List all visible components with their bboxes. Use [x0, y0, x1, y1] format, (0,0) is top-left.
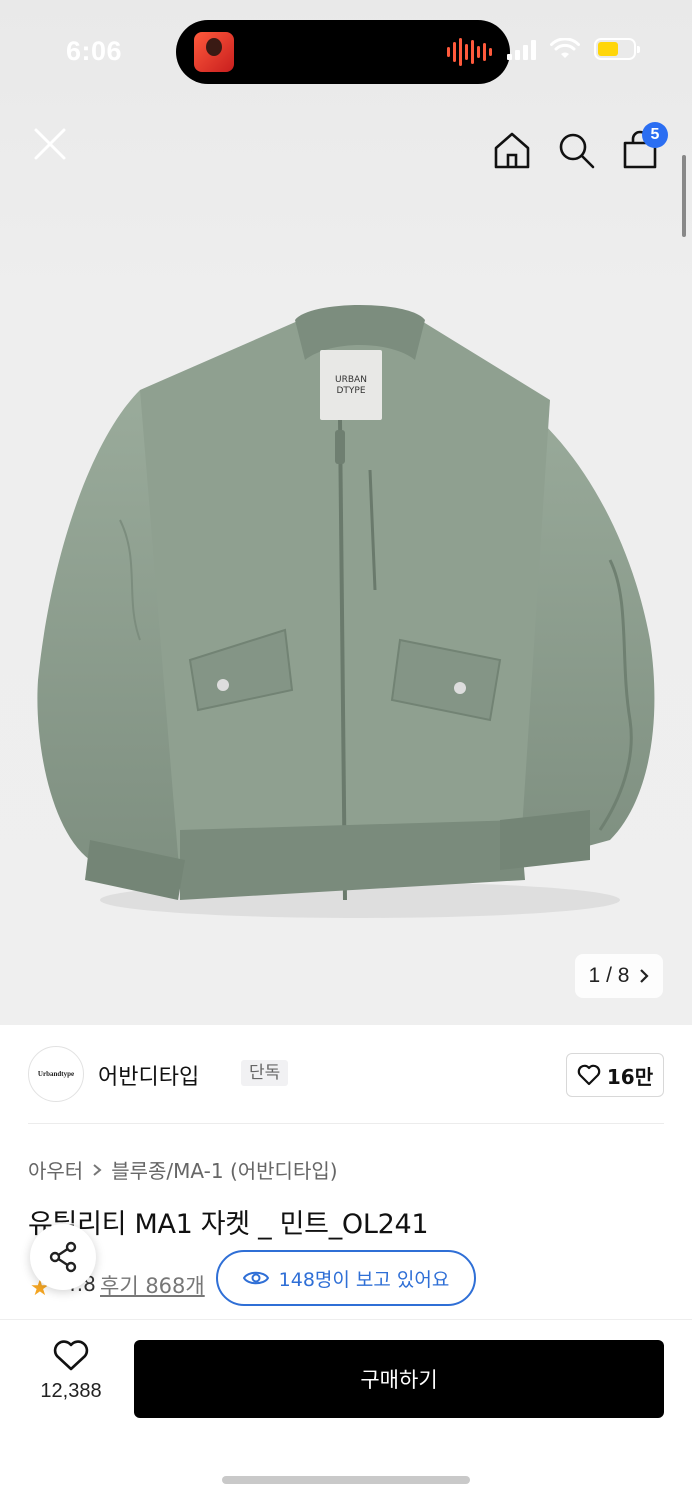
breadcrumb-category[interactable]: 아우터: [28, 1155, 83, 1184]
battery-icon: [594, 38, 640, 60]
product-image-gallery[interactable]: 6:06 5 URBAN DTYPE 1 / 8: [0, 0, 692, 1025]
divider: [28, 1123, 664, 1124]
brand-like-button[interactable]: 16만: [566, 1053, 664, 1097]
cellular-signal-icon: [507, 38, 536, 60]
now-playing-artwork: [194, 32, 234, 72]
heart-icon: [577, 1064, 601, 1086]
chevron-right-icon: [93, 1163, 102, 1176]
breadcrumb-subcategory[interactable]: 블루종/MA-1 (어반디타입): [111, 1155, 337, 1184]
cart-button[interactable]: 5: [618, 122, 668, 172]
search-button[interactable]: [554, 128, 598, 172]
close-icon: [34, 128, 66, 160]
heart-icon: [53, 1340, 89, 1371]
home-button[interactable]: [490, 128, 534, 172]
neck-label-text: URBAN: [335, 375, 367, 385]
share-icon: [49, 1241, 77, 1273]
product-photo-jacket: URBAN DTYPE: [37, 305, 655, 918]
scrollbar[interactable]: [682, 155, 686, 237]
wishlist-count: 12,388: [40, 1380, 102, 1402]
search-icon: [559, 133, 595, 169]
buy-button[interactable]: 구매하기: [134, 1340, 664, 1418]
viewers-badge: 148명이 보고 있어요: [216, 1250, 476, 1306]
close-button[interactable]: [28, 122, 72, 166]
brand-name[interactable]: 어반디타입: [98, 1059, 199, 1091]
eye-icon: [242, 1271, 269, 1285]
status-time: 6:06: [66, 36, 123, 66]
pager-text: 1 / 8: [588, 964, 630, 987]
home-icon: [494, 132, 530, 169]
brand-row: Urbandtype 어반디타입 단독 16만: [28, 1046, 664, 1104]
home-indicator[interactable]: [222, 1476, 470, 1484]
dynamic-island: [176, 20, 510, 84]
brand-like-count: 16만: [606, 1064, 654, 1089]
viewers-text: 148명이 보고 있어요: [278, 1268, 450, 1291]
image-pager[interactable]: 1 / 8: [575, 954, 663, 998]
wifi-icon: [550, 38, 580, 58]
svg-text:DTYPE: DTYPE: [336, 386, 365, 396]
status-indicators: [507, 38, 640, 60]
wishlist-button[interactable]: 12,388: [26, 1340, 116, 1420]
audio-waveform-icon: [447, 38, 492, 66]
breadcrumb: 아우터 블루종/MA-1 (어반디타입): [28, 1155, 338, 1184]
review-link[interactable]: 후기 868개: [100, 1270, 205, 1300]
chevron-right-icon: [640, 969, 650, 983]
share-button[interactable]: [30, 1224, 96, 1290]
exclusive-badge: 단독: [241, 1060, 289, 1086]
cart-count-badge: 5: [642, 122, 668, 148]
brand-logo[interactable]: Urbandtype: [28, 1046, 84, 1102]
